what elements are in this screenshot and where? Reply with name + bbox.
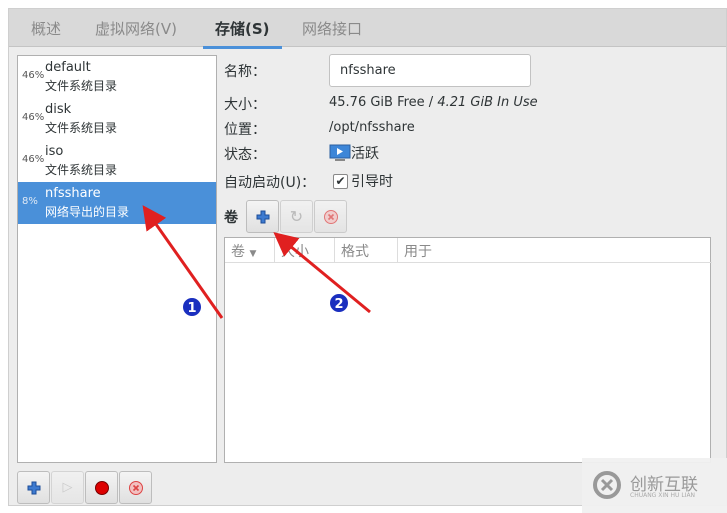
watermark-logo: 创新互联 CHUANG XIN HU LIAN: [582, 458, 727, 513]
watermark-subtext: CHUANG XIN HU LIAN: [630, 492, 696, 499]
annotation-number-1: 1: [187, 301, 196, 316]
annotation-arrow-2: [273, 232, 371, 314]
annotation-number-2: 2: [334, 297, 343, 312]
annotation-overlay: 1 2: [142, 205, 371, 319]
logo-icon: [593, 471, 621, 499]
